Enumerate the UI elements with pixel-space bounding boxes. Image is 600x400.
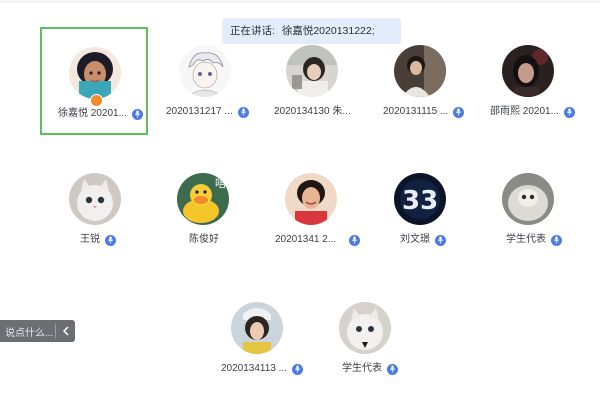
participant-name-row: 学生代表: [506, 233, 562, 247]
boy-photo-avatar: [394, 45, 446, 97]
participant-name-row: 陈俊好: [189, 233, 219, 247]
chat-input-toggle[interactable]: 说点什么...: [0, 320, 75, 342]
host-badge-icon: [90, 94, 103, 107]
participant-tile[interactable]: 学生代表: [474, 156, 582, 264]
smiling-girl-avatar: [285, 173, 337, 225]
participant-name-row: 邵雨熙 20201...: [490, 105, 575, 119]
meeting-gallery-view: 正在讲话: 徐嘉悦2020131222; 徐嘉悦 20201... 202013…: [0, 0, 600, 400]
participant-name-row: 徐嘉悦 20201...: [58, 107, 143, 121]
svg-text:33: 33: [402, 186, 438, 216]
participant-name-row: 王锐: [80, 233, 116, 247]
participant-name: 2020131217 ...: [166, 106, 233, 117]
microphone-icon[interactable]: [105, 234, 116, 246]
participant-tile[interactable]: 2020134113 ...: [204, 284, 312, 392]
participant-name-row: 2020131217 ...: [166, 105, 249, 119]
number-33-logo-avatar: 33: [394, 173, 446, 225]
microphone-icon[interactable]: [349, 234, 361, 246]
participant-tile[interactable]: 学生代表: [312, 284, 420, 392]
participant-name: 陈俊好: [189, 234, 219, 245]
participant-name-row: 2020131115 ...: [383, 105, 465, 119]
participant-tile[interactable]: 20201341 2...: [258, 156, 366, 264]
participant-name: 学生代表: [506, 234, 546, 245]
participant-name: 2020134130 朱...: [274, 106, 351, 117]
cartoon-princess-avatar: [69, 47, 121, 99]
participant-name: 刘文璟: [400, 234, 430, 245]
cat-in-blanket-avatar: [502, 173, 554, 225]
microphone-icon[interactable]: [435, 234, 446, 246]
microphone-icon[interactable]: [387, 363, 398, 375]
dark-portrait-avatar: [502, 45, 554, 97]
avatar-overlay-text: 唔: [215, 177, 226, 190]
participant-name-row: 2020134130 朱...: [274, 105, 351, 119]
girl-selfie-avatar: [231, 302, 283, 354]
participant-tile[interactable]: 2020134130 朱...: [258, 27, 366, 135]
top-divider: [0, 0, 600, 3]
participant-tile[interactable]: 唔 陈俊好: [149, 156, 257, 264]
chevron-left-icon[interactable]: [56, 326, 75, 336]
anime-sketch-avatar: [179, 45, 231, 97]
participant-name: 邵雨熙 20201...: [490, 106, 559, 117]
participant-name: 学生代表: [342, 363, 382, 374]
participant-name-row: 学生代表: [342, 362, 398, 376]
participant-tile[interactable]: 33 刘文璟: [366, 156, 474, 264]
participant-tile[interactable]: 徐嘉悦 20201...: [40, 27, 148, 135]
white-cat-avatar: [69, 173, 121, 225]
participant-tile[interactable]: 王锐: [41, 156, 149, 264]
participant-tile[interactable]: 2020131217 ...: [150, 27, 258, 135]
participant-name: 徐嘉悦 20201...: [58, 108, 127, 119]
microphone-icon[interactable]: [237, 106, 249, 118]
participant-name-row: 20201341 2...: [275, 233, 361, 247]
participant-name: 2020134113 ...: [221, 363, 287, 374]
microphone-icon[interactable]: [453, 106, 465, 118]
microphone-icon[interactable]: [563, 106, 575, 118]
participant-name: 王锐: [80, 234, 100, 245]
white-cat-avatar: [339, 302, 391, 354]
girl-photo-avatar: [286, 45, 338, 97]
participant-tile[interactable]: 邵雨熙 20201...: [474, 27, 582, 135]
participant-name-row: 刘文璟: [400, 233, 446, 247]
microphone-icon[interactable]: [131, 108, 143, 120]
participant-name-row: 2020134113 ...: [221, 362, 303, 376]
microphone-icon[interactable]: [551, 234, 562, 246]
chat-placeholder-text[interactable]: 说点什么...: [0, 324, 55, 339]
microphone-icon[interactable]: [292, 363, 303, 375]
yellow-duck-avatar: 唔: [177, 173, 229, 225]
participant-tile[interactable]: 2020131115 ...: [366, 27, 474, 135]
participant-name: 20201341 2...: [275, 234, 337, 245]
participant-name: 2020131115 ...: [383, 106, 449, 117]
